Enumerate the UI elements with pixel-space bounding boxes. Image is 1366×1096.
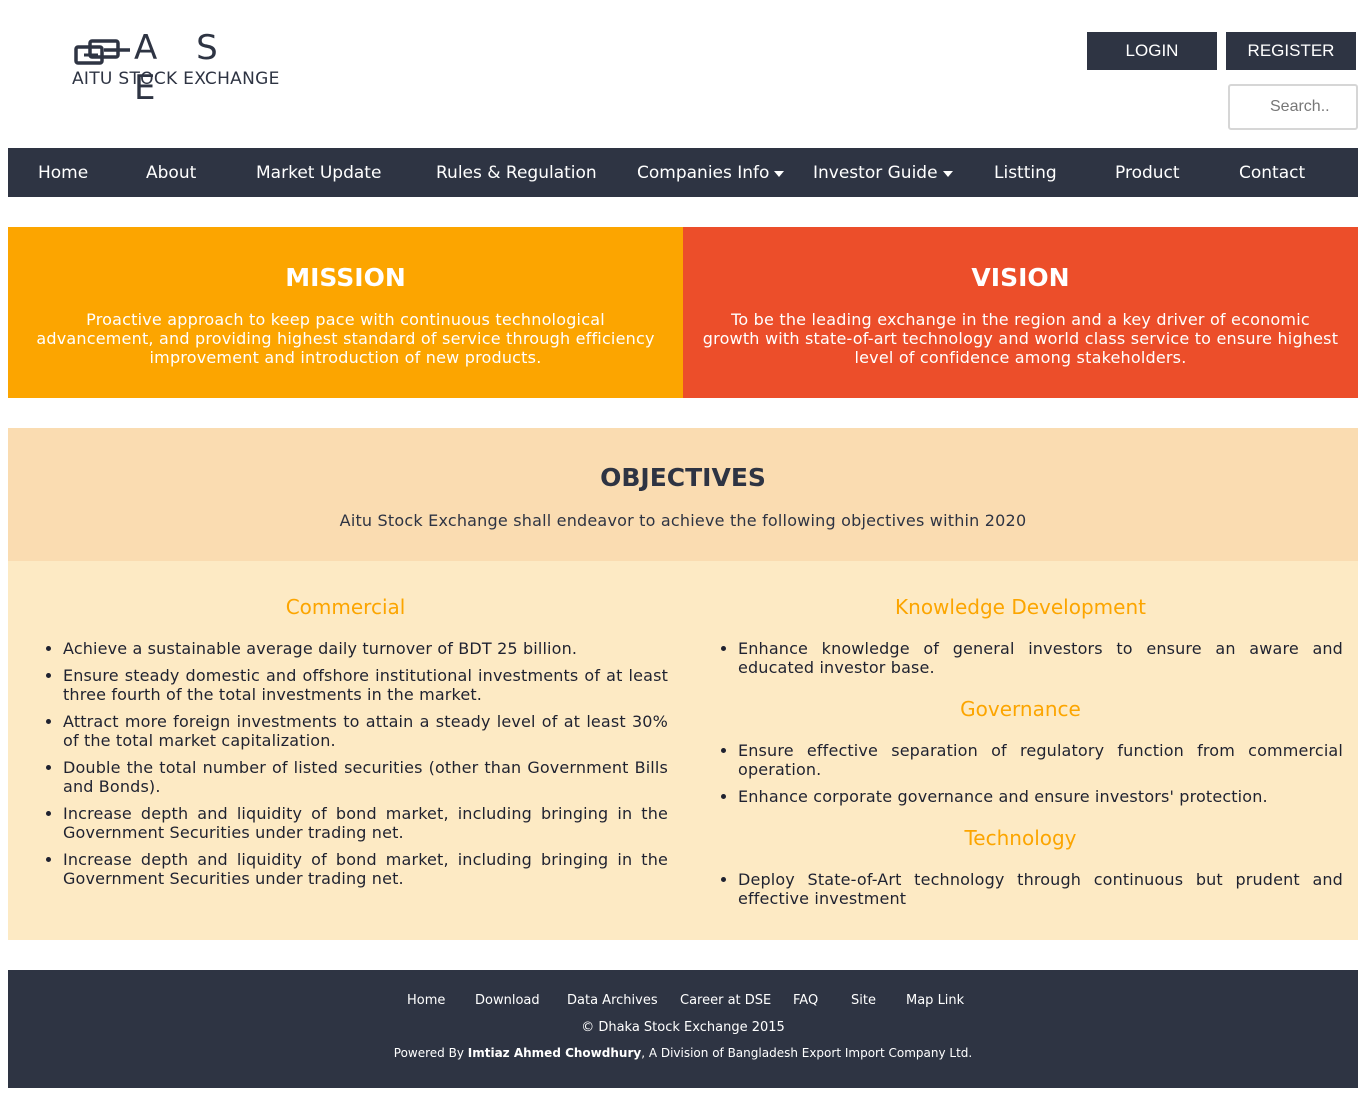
nav-item-listting[interactable]: Listting (994, 148, 1057, 197)
objectives-header: OBJECTIVES Aitu Stock Exchange shall end… (8, 428, 1358, 561)
footer-link-map[interactable]: Map Link (906, 993, 964, 1008)
list-item: Increase depth and liquidity of bond mar… (63, 850, 668, 888)
footer-powered-by: Powered By Imtiaz Ahmed Chowdhury, A Div… (8, 1046, 1358, 1060)
objectives-body: Commercial Achieve a sustainable average… (8, 561, 1358, 940)
register-button[interactable]: REGISTER (1226, 32, 1356, 70)
nav-item-rules-regulation[interactable]: Rules & Regulation (436, 148, 597, 197)
chain-logo-icon (74, 39, 130, 65)
list-item: Ensure steady domestic and offshore inst… (63, 666, 668, 704)
vision-text: To be the leading exchange in the region… (702, 310, 1339, 367)
nav-item-about[interactable]: About (146, 148, 196, 197)
nav-item-investor-guide[interactable]: Investor Guide (813, 148, 953, 197)
list-item: Ensure effective separation of regulator… (738, 741, 1343, 779)
nav-item-companies-info[interactable]: Companies Info (637, 148, 785, 197)
powered-suffix: , A Division of Bangladesh Export Import… (641, 1046, 973, 1060)
objectives-subtitle: Aitu Stock Exchange shall endeavor to ac… (339, 511, 1027, 530)
nav-item-market-update[interactable]: Market Update (256, 148, 381, 197)
logo-tagline: AITU STOCK EXCHANGE (72, 69, 280, 89)
nav-item-label: Market Update (256, 162, 382, 183)
nav-item-label: Rules & Regulation (436, 162, 597, 183)
powered-prefix: Powered By (393, 1046, 468, 1060)
nav-item-label: Home (38, 162, 89, 183)
nav-item-label: Product (1115, 162, 1180, 183)
list-item: Achieve a sustainable average daily turn… (63, 639, 668, 658)
main-nav: Home About Market Update Rules & Regulat… (8, 148, 1358, 197)
nav-item-label: Companies Info (637, 162, 770, 183)
mission-text: Proactive approach to keep pace with con… (36, 310, 655, 367)
technology-title: Technology (964, 826, 1077, 850)
commercial-title: Commercial (285, 595, 406, 619)
mission-title: MISSION (285, 263, 406, 292)
nav-item-home[interactable]: Home (38, 148, 88, 197)
vision-title: VISION (971, 263, 1070, 292)
objectives-title: OBJECTIVES (600, 463, 766, 492)
list-item: Enhance knowledge of general investors t… (738, 639, 1343, 677)
caret-down-icon (774, 170, 785, 177)
nav-item-label: Investor Guide (813, 162, 938, 183)
list-item: Deploy State-of-Art technology through c… (738, 870, 1343, 908)
logo-letters: A S E (134, 28, 232, 108)
site-header: A S E AITU STOCK EXCHANGE LOGIN REGISTER (0, 0, 1366, 148)
list-item: Increase depth and liquidity of bond mar… (63, 804, 668, 842)
nav-item-label: Contact (1239, 162, 1306, 183)
caret-down-icon (942, 170, 953, 177)
powered-name[interactable]: Imtiaz Ahmed Chowdhury (468, 1046, 641, 1060)
footer-link-download[interactable]: Download (475, 993, 540, 1008)
nav-item-label: About (146, 162, 197, 183)
site-logo[interactable]: A S E AITU STOCK EXCHANGE (70, 28, 290, 108)
governance-list: Ensure effective separation of regulator… (738, 741, 1343, 814)
login-button[interactable]: LOGIN (1087, 32, 1217, 70)
governance-title: Governance (960, 697, 1081, 721)
list-item: Enhance corporate governance and ensure … (738, 787, 1343, 806)
commercial-list: Achieve a sustainable average daily turn… (63, 639, 668, 896)
site-footer: Home Download Data Archives Career at DS… (8, 970, 1358, 1088)
knowledge-list: Enhance knowledge of general investors t… (738, 639, 1343, 685)
list-item: Double the total number of listed securi… (63, 758, 668, 796)
mission-panel: MISSION Proactive approach to keep pace … (8, 227, 683, 398)
nav-item-contact[interactable]: Contact (1239, 148, 1305, 197)
footer-link-faq[interactable]: FAQ (793, 993, 818, 1008)
nav-item-label: Listting (994, 162, 1057, 183)
technology-list: Deploy State-of-Art technology through c… (738, 870, 1343, 916)
footer-link-site[interactable]: Site (851, 993, 876, 1008)
list-item: Attract more foreign investments to atta… (63, 712, 668, 750)
footer-link-home[interactable]: Home (407, 993, 445, 1008)
vision-panel: VISION To be the leading exchange in the… (683, 227, 1358, 398)
nav-item-product[interactable]: Product (1115, 148, 1180, 197)
footer-link-career[interactable]: Career at DSE (680, 993, 771, 1008)
footer-link-data-archives[interactable]: Data Archives (567, 993, 658, 1008)
footer-copyright: © Dhaka Stock Exchange 2015 (581, 1020, 785, 1035)
search-input[interactable] (1228, 84, 1358, 130)
knowledge-title: Knowledge Development (895, 595, 1146, 619)
